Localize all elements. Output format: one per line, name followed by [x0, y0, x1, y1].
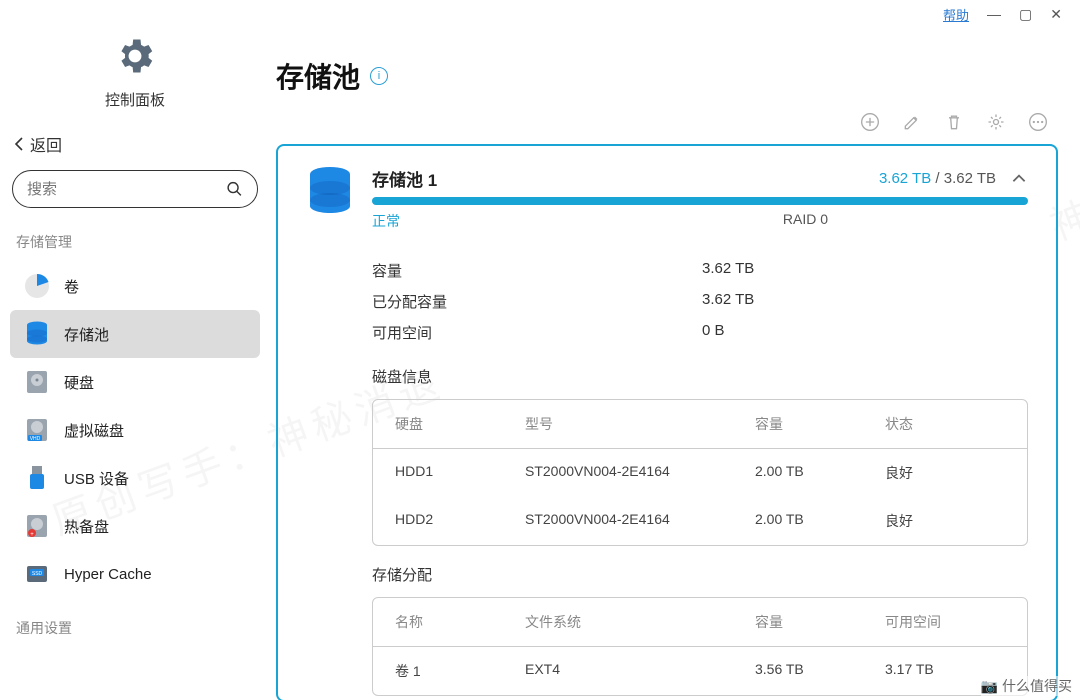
hot-spare-icon: +	[24, 513, 50, 539]
toolbar	[276, 106, 1058, 144]
minimize-button[interactable]: —	[987, 6, 1001, 22]
table-row[interactable]: 卷 1 EXT4 3.56 TB 3.17 TB	[373, 647, 1027, 695]
search-icon	[226, 180, 243, 198]
sidebar-item-label: 虚拟磁盘	[64, 420, 124, 441]
prop-row: 可用空间0 B	[372, 317, 1028, 348]
database-icon	[24, 321, 50, 347]
chevron-up-icon[interactable]	[1010, 170, 1028, 188]
pool-panel: 存储池 1 3.62 TB / 3.62 TB 正常 RAID 0	[276, 144, 1058, 700]
sidebar-item-label: 卷	[64, 276, 79, 297]
vhd-icon: VHD	[24, 417, 50, 443]
table-row[interactable]: HDD2 ST2000VN004-2E4164 2.00 TB 良好	[373, 497, 1027, 545]
watermark: 📷 什么值得买	[981, 676, 1072, 696]
sidebar-section-general: 通用设置	[10, 612, 260, 648]
sidebar-item-label: 硬盘	[64, 372, 94, 393]
chevron-left-icon	[14, 136, 24, 152]
pool-raid: RAID 0	[783, 211, 1028, 231]
disk-info-title: 磁盘信息	[372, 366, 1028, 387]
sidebar-item-virtual-disk[interactable]: VHD 虚拟磁盘	[10, 406, 260, 454]
pool-capacity-text: 3.62 TB / 3.62 TB	[879, 170, 996, 187]
sidebar-item-volume[interactable]: 卷	[10, 262, 260, 310]
page-title: 存储池	[276, 56, 360, 96]
gear-icon	[10, 34, 260, 83]
sidebar-section-storage: 存储管理	[10, 226, 260, 262]
sidebar: 控制面板 返回 存储管理 卷 存储池 硬盘 VHD 虚拟磁盘 USB	[0, 28, 270, 700]
sidebar-item-label: 热备盘	[64, 516, 109, 537]
table-header: 名称 文件系统 容量 可用空间	[373, 598, 1027, 647]
sidebar-item-label: Hyper Cache	[64, 566, 152, 583]
pool-icon	[306, 166, 354, 231]
sidebar-item-hot-spare[interactable]: + 热备盘	[10, 502, 260, 550]
search-input[interactable]	[27, 181, 226, 198]
svg-text:SSD: SSD	[32, 571, 43, 577]
sidebar-item-label: USB 设备	[64, 468, 129, 489]
sidebar-item-disk[interactable]: 硬盘	[10, 358, 260, 406]
svg-text:+: +	[30, 532, 34, 538]
delete-button[interactable]	[944, 112, 964, 132]
back-button[interactable]: 返回	[10, 124, 260, 170]
prop-row: 已分配容量3.62 TB	[372, 286, 1028, 317]
disk-table: 硬盘 型号 容量 状态 HDD1 ST2000VN004-2E4164 2.00…	[372, 399, 1028, 546]
add-button[interactable]	[860, 112, 880, 132]
edit-button[interactable]	[902, 112, 922, 132]
sidebar-item-label: 存储池	[64, 324, 109, 345]
alloc-table: 名称 文件系统 容量 可用空间 卷 1 EXT4 3.56 TB 3.17 TB	[372, 597, 1028, 696]
back-label: 返回	[30, 132, 62, 156]
pool-properties: 容量3.62 TB 已分配容量3.62 TB 可用空间0 B	[372, 255, 1028, 348]
prop-row: 容量3.62 TB	[372, 255, 1028, 286]
table-header: 硬盘 型号 容量 状态	[373, 400, 1027, 449]
help-link[interactable]: 帮助	[943, 5, 969, 24]
settings-button[interactable]	[986, 112, 1006, 132]
main-content: 存储池 i 存储池 1 3.62 TB / 3.62	[270, 28, 1080, 700]
window-titlebar: 帮助 — ▢ ✕	[0, 0, 1080, 28]
maximize-button[interactable]: ▢	[1019, 6, 1032, 23]
volume-icon	[24, 273, 50, 299]
more-button[interactable]	[1028, 112, 1048, 132]
ssd-icon: SSD	[24, 561, 50, 587]
hdd-icon	[24, 369, 50, 395]
pool-status: 正常	[372, 211, 400, 231]
pool-name: 存储池 1	[372, 166, 437, 191]
sidebar-item-usb[interactable]: USB 设备	[10, 454, 260, 502]
info-icon[interactable]: i	[370, 67, 388, 85]
usb-icon	[24, 465, 50, 491]
table-row[interactable]: HDD1 ST2000VN004-2E4164 2.00 TB 良好	[373, 449, 1027, 497]
svg-text:VHD: VHD	[30, 436, 41, 442]
alloc-title: 存储分配	[372, 564, 1028, 585]
close-button[interactable]: ✕	[1050, 6, 1062, 23]
search-box[interactable]	[12, 170, 258, 208]
capacity-progress-bar	[372, 197, 1028, 205]
control-panel-title: 控制面板	[10, 89, 260, 110]
sidebar-item-storage-pool[interactable]: 存储池	[10, 310, 260, 358]
sidebar-item-hyper-cache[interactable]: SSD Hyper Cache	[10, 550, 260, 598]
